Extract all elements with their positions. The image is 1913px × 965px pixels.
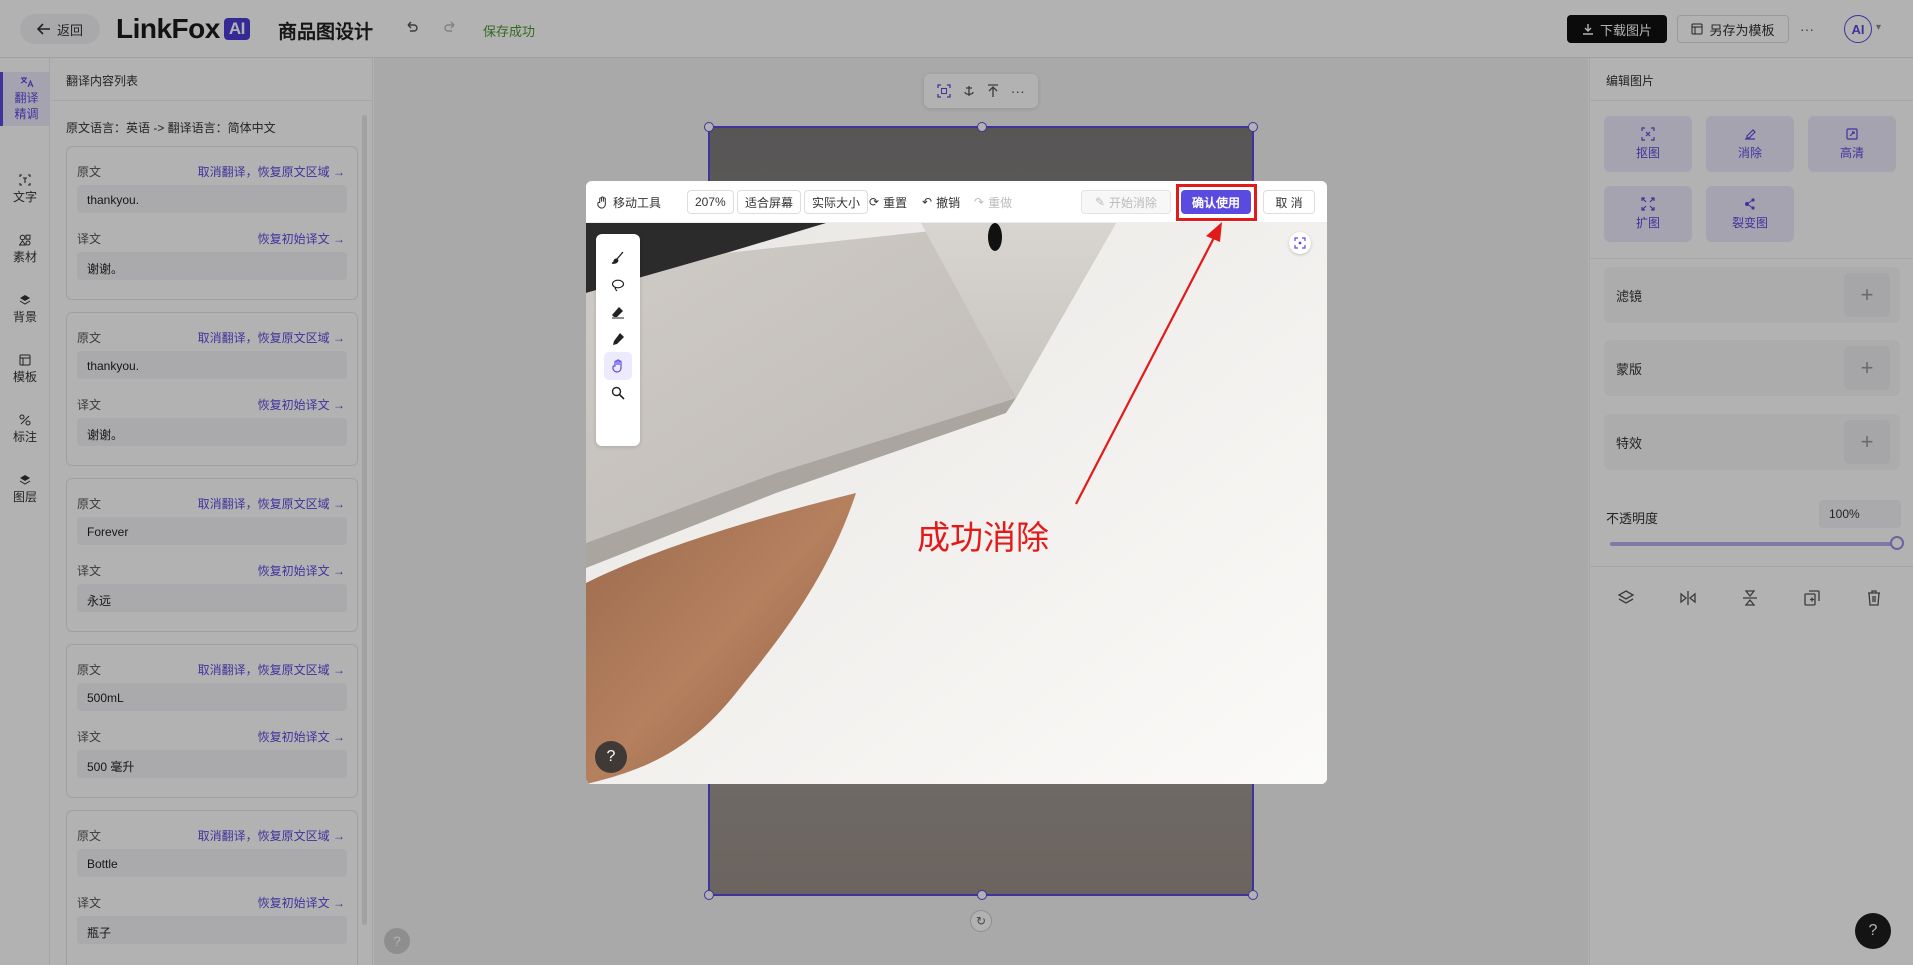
refresh-icon: ⟳ xyxy=(869,195,880,209)
start-erase-button[interactable]: ✎ 开始消除 xyxy=(1081,190,1171,214)
hand-icon[interactable] xyxy=(604,352,632,380)
eraser-icon: ✎ xyxy=(1094,195,1106,209)
brush-icon[interactable] xyxy=(604,244,632,272)
move-tool-label: 移动工具 xyxy=(613,195,662,210)
drawing-tools xyxy=(596,234,640,446)
highlight-box xyxy=(1176,184,1257,221)
start-erase-label: 开始消除 xyxy=(1109,195,1158,210)
eraser-icon[interactable] xyxy=(604,298,632,326)
modal-toolbar: 移动工具 207% 适合屏幕 实际大小 ⟳ 重置 ↶ 撤销 ↷ 重做 ✎ 开始消… xyxy=(586,181,1327,223)
hand-icon xyxy=(596,195,609,209)
annotation-arrow xyxy=(1075,222,1222,505)
cancel-button[interactable]: 取 消 xyxy=(1263,190,1315,214)
undo-button[interactable]: ↶ 撤销 xyxy=(922,190,960,214)
help-icon[interactable]: ? xyxy=(595,741,627,773)
undo-icon: ↶ xyxy=(922,195,933,209)
lasso-icon[interactable] xyxy=(604,271,632,299)
redo-icon: ↷ xyxy=(974,195,985,209)
undo-label: 撤销 xyxy=(936,195,961,210)
move-tool-button[interactable]: 移动工具 xyxy=(596,190,661,214)
fit-screen-button[interactable]: 适合屏幕 xyxy=(737,190,802,214)
actual-size-button[interactable]: 实际大小 xyxy=(804,190,869,214)
zoom-level[interactable]: 207% xyxy=(687,190,734,214)
redo-button[interactable]: ↷ 重做 xyxy=(974,190,1012,214)
pen-icon[interactable] xyxy=(604,325,632,353)
redo-label: 重做 xyxy=(988,195,1013,210)
reset-label: 重置 xyxy=(883,195,908,210)
reset-button[interactable]: ⟳ 重置 xyxy=(869,190,907,214)
zoom-icon[interactable] xyxy=(604,379,632,407)
fit-view-icon[interactable] xyxy=(1289,232,1311,254)
annotation-text: 成功消除 xyxy=(917,518,1049,557)
